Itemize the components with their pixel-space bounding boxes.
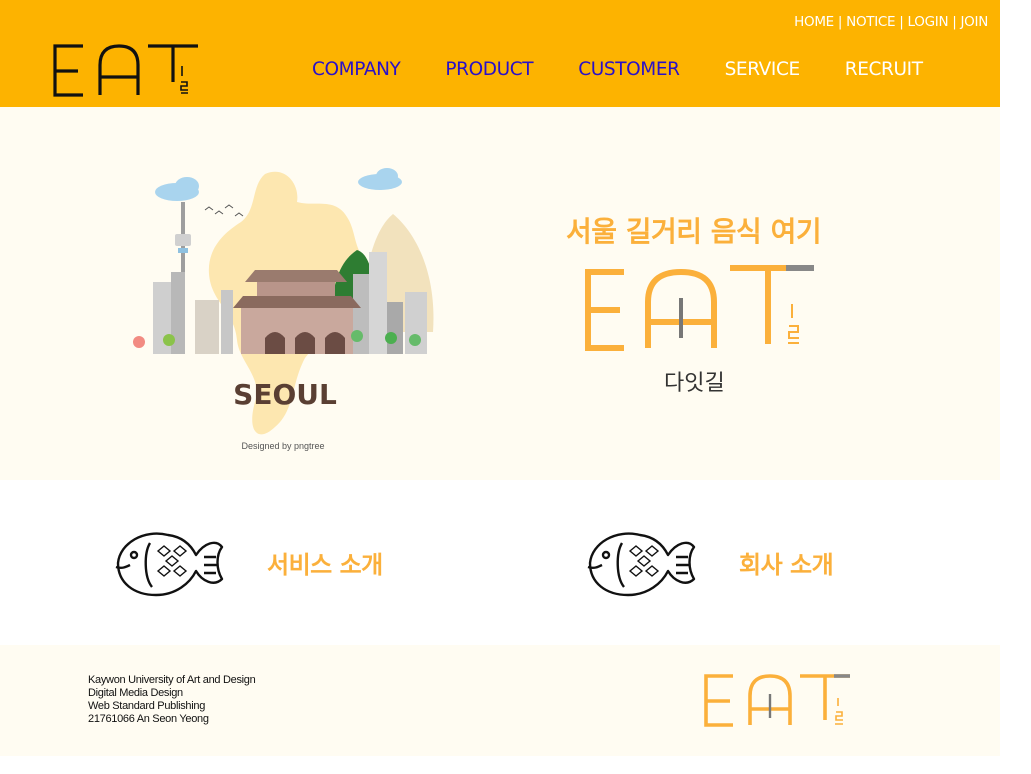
util-separator: | (899, 14, 904, 30)
page: HOME | NOTICE | LOGIN | JOIN COMPANY PRODUCT C… (0, 0, 1000, 774)
service-intro-label: 서비스 소개 (267, 551, 383, 579)
footer-info: Kaywon University of Art and Design Digi… (88, 674, 256, 726)
nav-item-recruit[interactable]: RECRUIT (845, 59, 923, 80)
util-notice-link[interactable]: NOTICE (846, 14, 895, 30)
nav-item-customer[interactable]: CUSTOMER (578, 59, 680, 80)
company-intro-link[interactable]: 회사 소개 (582, 525, 834, 600)
quick-links: 서비스 소개 회사 소개 (0, 480, 1000, 645)
nav-item-service[interactable]: SERVICE (725, 59, 801, 80)
footer-info-line: Kaywon University of Art and Design (88, 674, 256, 686)
nav-item-company[interactable]: COMPANY (312, 59, 401, 80)
seoul-label: SEOUL (233, 378, 337, 411)
eat-logo-icon (585, 265, 814, 351)
util-join-link[interactable]: JOIN (961, 14, 989, 30)
util-login-link[interactable]: LOGIN (908, 14, 949, 30)
seoul-illustration: SEOUL Designed by pngtree (133, 168, 434, 451)
footer-info-line: Digital Media Design (88, 687, 183, 699)
main-nav: COMPANY PRODUCT CUSTOMER SERVICE RECRUIT (312, 59, 968, 80)
util-home-link[interactable]: HOME (794, 14, 834, 30)
site-header: HOME | NOTICE | LOGIN | JOIN COMPANY PRODUCT C… (0, 0, 1000, 107)
hero-banner: SEOUL Designed by pngtree 서울 길거리 음식 여기 다… (0, 107, 1000, 480)
company-intro-label: 회사 소개 (739, 551, 834, 579)
util-separator: | (952, 14, 957, 30)
brand-name: 다잇길 (664, 371, 725, 396)
site-footer: Kaywon University of Art and Design Digi… (0, 645, 1000, 756)
service-intro-link[interactable]: 서비스 소개 (110, 525, 383, 600)
header-logo[interactable] (50, 40, 200, 102)
eat-logo-icon (53, 44, 198, 97)
eat-logo-icon (704, 674, 850, 727)
footer-info-line: 21761066 An Seon Yeong (88, 713, 209, 725)
taiyaki-fish-icon (115, 532, 224, 597)
util-separator: | (837, 14, 843, 30)
taiyaki-fish-icon (587, 532, 696, 597)
utility-menu: HOME | NOTICE | LOGIN | JOIN (794, 14, 988, 30)
footer-info-line: Web Standard Publishing (88, 700, 206, 712)
hero-slogan: 서울 길거리 음식 여기 (566, 215, 822, 248)
nav-item-product[interactable]: PRODUCT (445, 59, 533, 80)
illustration-credit: Designed by pngtree (241, 441, 324, 451)
